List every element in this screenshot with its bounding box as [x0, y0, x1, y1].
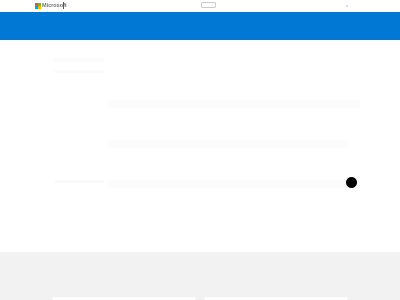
- main-content: [0, 40, 400, 252]
- faded-content-block: [110, 140, 350, 148]
- faded-content-block: [54, 58, 104, 62]
- logo-square-yellow: [38, 6, 41, 9]
- cursor-dot-icon: [346, 177, 357, 188]
- header-divider: [63, 2, 64, 9]
- faded-content-block: [54, 70, 104, 73]
- microsoft-logo-icon[interactable]: [35, 3, 41, 9]
- faded-content-block: [54, 180, 104, 183]
- header-right-icon[interactable]: [346, 5, 348, 7]
- hero-banner: [0, 12, 400, 40]
- page: Microsoft: [0, 0, 400, 300]
- footer: [0, 252, 400, 300]
- top-navigation-bar: Microsoft: [0, 0, 400, 12]
- faded-content-block: [110, 180, 360, 188]
- header-center-button[interactable]: [201, 2, 216, 8]
- faded-content-block: [110, 100, 360, 108]
